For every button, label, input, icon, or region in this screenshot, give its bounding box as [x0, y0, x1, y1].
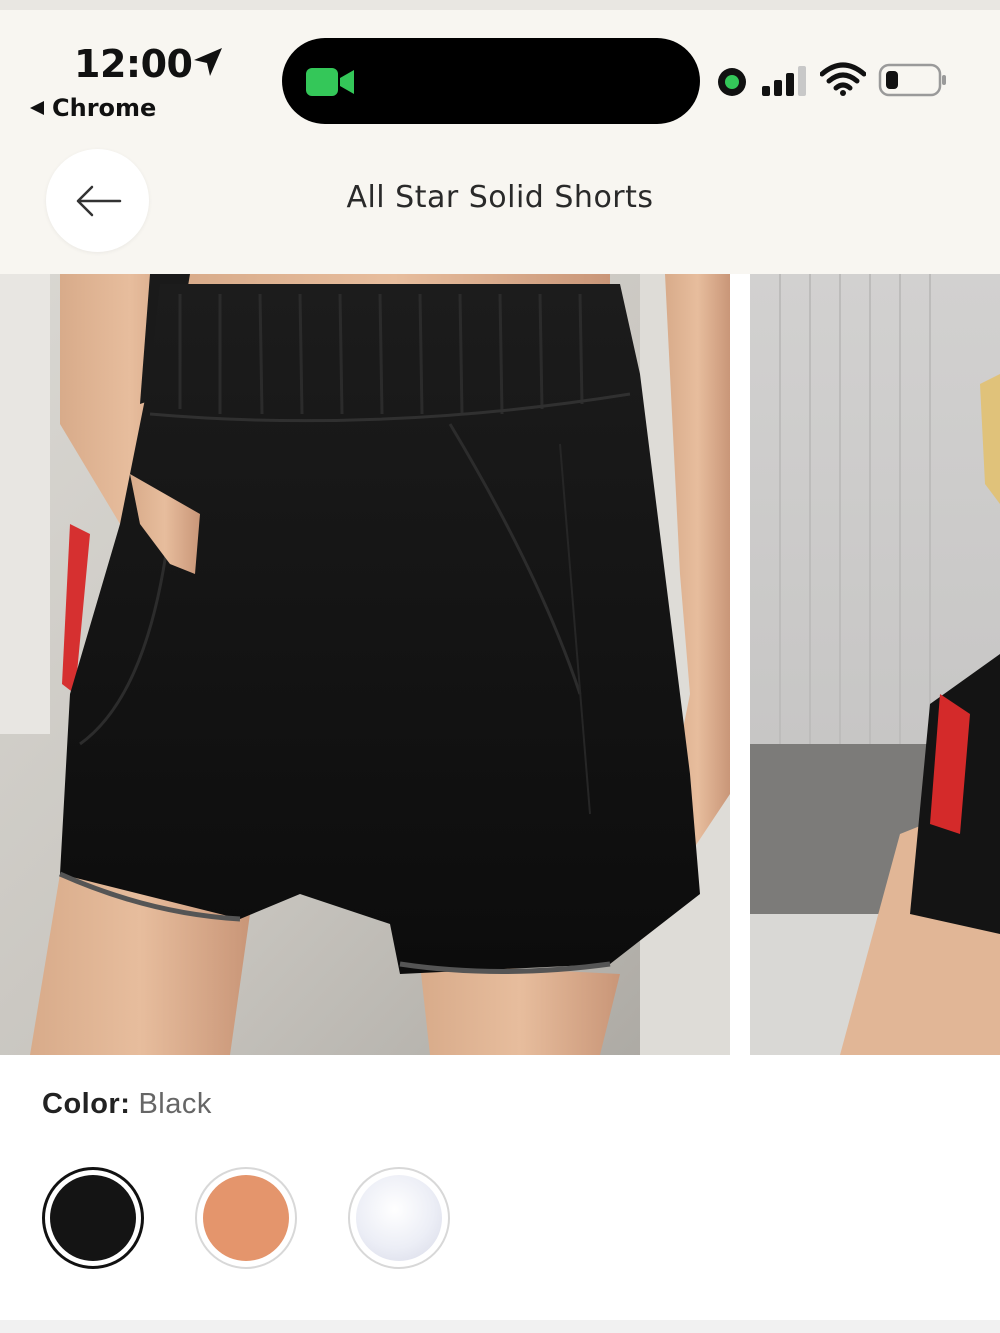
bottom-edge: [0, 1320, 1000, 1333]
color-swatch-white[interactable]: [348, 1167, 450, 1269]
selected-color-value: Black: [138, 1088, 212, 1120]
color-label: Color:: [42, 1088, 131, 1120]
back-caret-icon: [30, 101, 44, 115]
back-button[interactable]: [46, 149, 149, 252]
facetime-video-icon: [306, 68, 354, 96]
battery-icon: [878, 63, 946, 97]
product-image-side[interactable]: [750, 274, 1000, 1055]
location-arrow-icon: [194, 48, 222, 76]
color-swatch-black[interactable]: [42, 1167, 144, 1269]
page-title: All Star Solid Shorts: [346, 180, 654, 215]
product-image-front[interactable]: [0, 274, 730, 1055]
swatch-fill: [50, 1175, 136, 1261]
swatch-fill: [203, 1175, 289, 1261]
top-edge: [0, 0, 1000, 10]
arrow-left-icon: [76, 185, 121, 216]
color-swatch-orange[interactable]: [195, 1167, 297, 1269]
status-time: 12:00: [74, 42, 193, 86]
cellular-signal-icon: [762, 66, 806, 96]
wifi-icon: [820, 62, 866, 96]
back-to-app-label: Chrome: [52, 94, 157, 122]
product-photo-2: [750, 274, 1000, 1055]
camera-in-use-indicator-icon: [718, 68, 746, 96]
product-gallery[interactable]: [0, 274, 1000, 1055]
dynamic-island[interactable]: [282, 38, 700, 124]
swatch-fill: [356, 1175, 442, 1261]
back-to-app-link[interactable]: Chrome: [30, 94, 156, 122]
color-selector-heading: Color: Black: [42, 1088, 212, 1121]
top-area: 12:00 Chrome All Star Solid Shorts: [0, 0, 1000, 274]
product-photo: [0, 274, 730, 1055]
